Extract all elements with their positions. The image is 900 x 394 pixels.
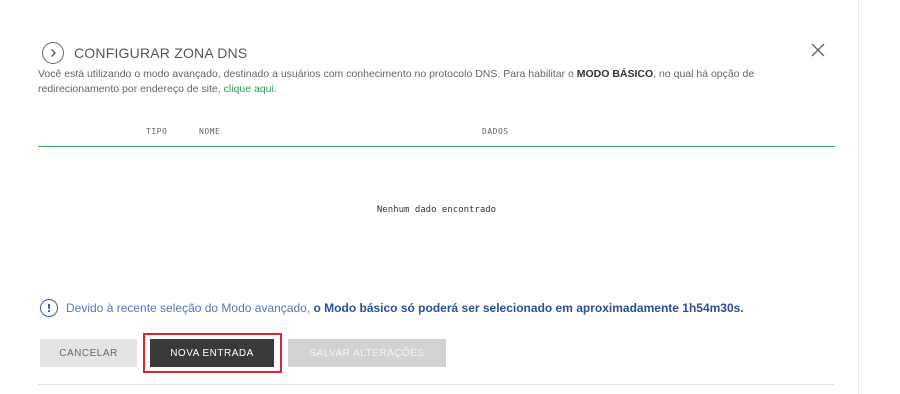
notice-text-normal: Devido à recente seleção do Modo avançad… (66, 301, 314, 315)
column-header-nome: NOME (199, 127, 221, 136)
panel-header: CONFIGURAR ZONA DNS (42, 42, 247, 64)
save-changes-button[interactable]: SALVAR ALTERAÇÕES (288, 339, 446, 367)
chevron-right-circle-icon[interactable] (42, 42, 64, 64)
info-icon: ! (40, 299, 58, 317)
column-header-tipo: TIPO (146, 127, 168, 136)
mode-description: Você está utilizando o modo avançado, de… (38, 67, 828, 97)
column-header-dados: DADOS (482, 127, 509, 136)
table-header: TIPO NOME DADOS (38, 120, 835, 147)
notice-text: Devido à recente seleção do Modo avançad… (66, 301, 744, 315)
click-here-link[interactable]: clique aqui. (224, 83, 277, 95)
highlight-box (143, 333, 282, 373)
cancel-button[interactable]: CANCELAR (40, 339, 137, 367)
mode-notice: ! Devido à recente seleção do Modo avanç… (40, 299, 744, 317)
description-text: Você está utilizando o modo avançado, de… (38, 68, 577, 80)
empty-table-message: Nenhum dado encontrado (376, 205, 497, 215)
basic-mode-label: MODO BÁSICO (576, 68, 654, 80)
close-icon[interactable] (808, 40, 828, 60)
notice-text-strong: o Modo básico só poderá ser selecionado … (313, 301, 744, 315)
page-title: CONFIGURAR ZONA DNS (74, 45, 248, 61)
divider (38, 384, 834, 385)
